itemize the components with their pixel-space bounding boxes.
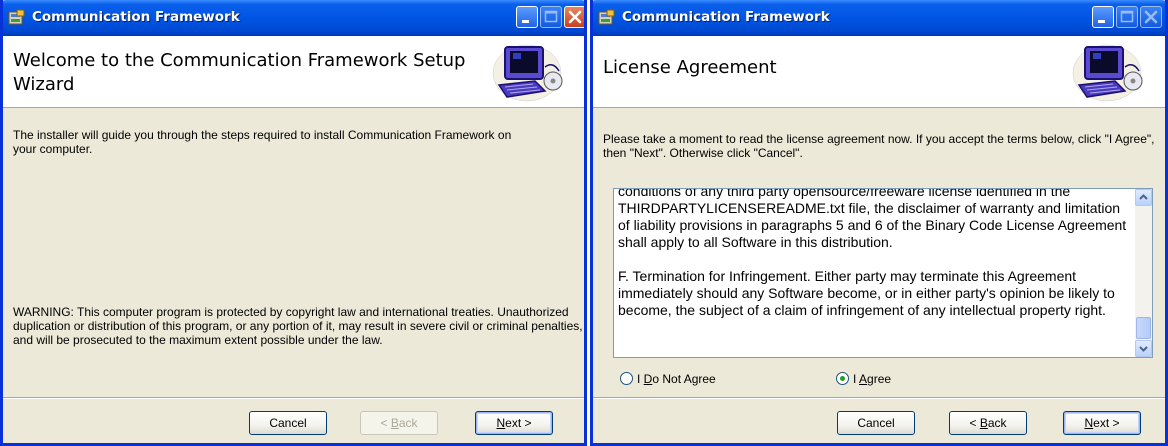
next-label-key: N [1084,416,1094,430]
cancel-button[interactable]: Cancel [837,411,915,435]
back-label-key: B [390,416,399,430]
maximize-button[interactable] [540,6,562,28]
do-not-agree-label-prefix: I [637,372,644,386]
next-label-rest: ext > [1093,416,1120,430]
setup-icon [598,9,615,25]
do-not-agree-radio[interactable] [620,372,633,385]
vertical-scrollbar[interactable] [1135,189,1152,357]
wizard-header: Welcome to the Communication Framework S… [3,36,584,108]
computer-logo [492,44,563,102]
wizard-header: License Agreement [593,36,1165,108]
minimize-button[interactable] [1092,6,1114,28]
scroll-down-button[interactable] [1135,340,1152,357]
minimize-button[interactable] [516,6,538,28]
back-label-prefix: < [969,416,980,430]
back-button[interactable]: < Back [360,411,438,435]
setup-wizard-window-license: Communication Framework License Agreemen… [590,0,1168,446]
minimize-icon [522,20,529,23]
next-button[interactable]: Next > [475,411,553,435]
agree-label-rest: gree [867,372,892,386]
license-paragraph: F. Termination for Infringement. Either … [618,268,1115,318]
close-icon [568,10,582,24]
back-label-rest: ack [398,416,418,430]
next-label-rest: ext > [505,416,532,430]
maximize-icon [544,10,558,23]
next-button[interactable]: Next > [1063,411,1141,435]
page-title: Welcome to the Communication Framework S… [13,50,466,95]
scroll-up-button[interactable] [1135,189,1152,206]
back-label-rest: ack [987,416,1007,430]
license-paragraph: conditions of any third party opensource… [618,188,1127,250]
intro-text: The installer will guide you through the… [13,128,512,156]
back-label-prefix: < [380,416,391,430]
title-bar[interactable]: Communication Framework [593,0,1165,36]
window-title: Communication Framework [32,9,240,25]
intro-text: Please take a moment to read the license… [603,132,1155,160]
scroll-down-icon [1139,346,1148,352]
radio-selected-dot [840,376,845,381]
close-button[interactable] [564,6,584,28]
scroll-up-icon [1139,194,1148,200]
button-separator [593,397,1165,399]
warning-text: WARNING: This computer program is protec… [13,305,583,347]
close-icon [1144,10,1158,24]
setup-wizard-window-welcome: Communication Framework Welcome to the C… [0,0,587,446]
close-button[interactable] [1140,6,1162,28]
page-title: License Agreement [603,57,777,78]
setup-icon [8,9,25,25]
button-separator [3,397,584,399]
next-label-key: N [496,416,506,430]
title-bar[interactable]: Communication Framework [3,0,584,36]
agree-radio[interactable] [836,372,849,385]
computer-logo [1072,44,1143,102]
maximize-button[interactable] [1116,6,1138,28]
license-text: conditions of any third party opensource… [618,188,1128,336]
cancel-button[interactable]: Cancel [249,411,327,435]
license-text-box[interactable]: conditions of any third party opensource… [613,188,1153,358]
do-not-agree-label[interactable]: I Do Not Agree [637,372,716,386]
do-not-agree-label-rest: o Not Agree [652,372,716,386]
window-title: Communication Framework [622,9,830,25]
cancel-button-label: Cancel [269,416,307,430]
back-button[interactable]: < Back [949,411,1027,435]
agree-label-key: A [859,372,868,386]
agree-label[interactable]: I Agree [853,372,891,386]
scrollbar-thumb[interactable] [1136,317,1151,339]
cancel-button-label: Cancel [857,416,895,430]
back-label-key: B [979,416,988,430]
maximize-icon [1120,10,1134,23]
minimize-icon [1098,20,1105,23]
